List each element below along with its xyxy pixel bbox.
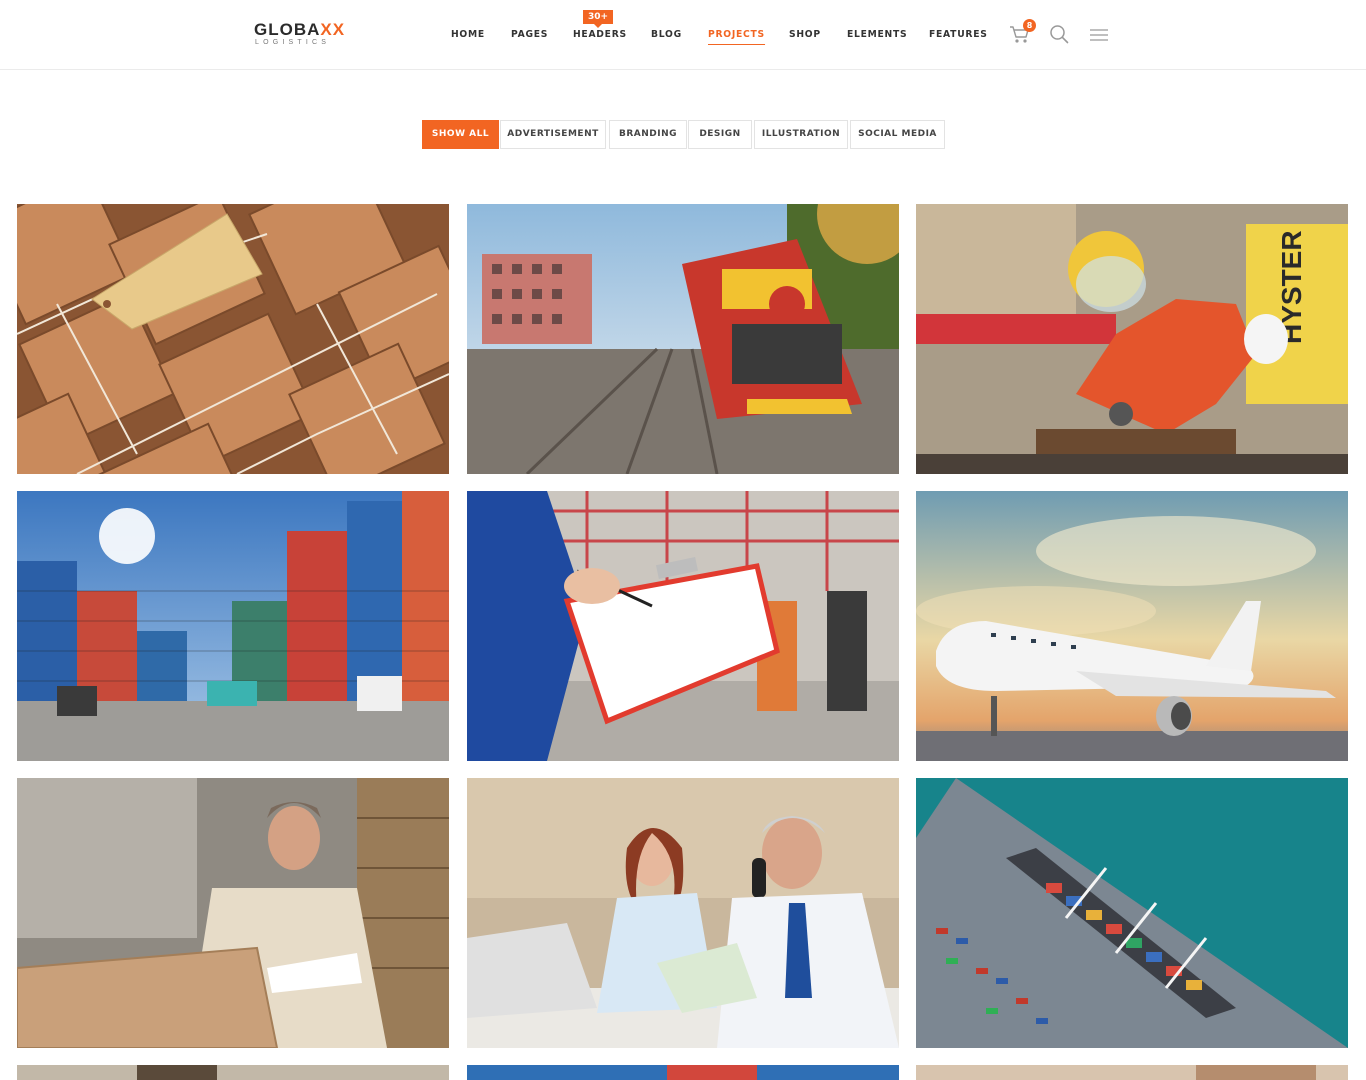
filter-design[interactable]: DESIGN [688,120,752,149]
warehouse-manager-image [17,778,449,1048]
project-tile-warehouse-manager[interactable] [17,778,449,1048]
project-tile-partial-1[interactable] [17,1065,449,1080]
warehouse-clipboard-image [467,491,899,761]
partial-image-2 [467,1065,899,1080]
project-tile-grinder-worker[interactable]: HYSTER [916,204,1348,474]
project-tile-train[interactable] [467,204,899,474]
site-header: GLOBAXX LOGISTICS HOME PAGES 30+ HEADERS… [0,0,1366,70]
headers-count-badge: 30+ [583,10,613,28]
nav-item-projects[interactable]: PROJECTS [708,29,765,45]
project-tile-container-yard[interactable] [17,491,449,761]
partial-image-1 [17,1065,449,1080]
train-image [467,204,899,474]
search-icon[interactable] [1049,24,1069,44]
hamburger-menu-icon[interactable] [1089,28,1109,42]
project-tile-partial-2[interactable] [467,1065,899,1080]
cart-count-badge: 8 [1023,19,1036,32]
container-yard-image [17,491,449,761]
nav-item-features[interactable]: FEATURES [929,29,988,40]
filter-advertisement[interactable]: ADVERTISEMENT [500,120,606,149]
project-tile-warehouse-clipboard[interactable] [467,491,899,761]
nav-item-elements[interactable]: ELEMENTS [847,29,907,40]
filter-show-all[interactable]: SHOW ALL [422,120,499,149]
project-tile-parcels[interactable] [17,204,449,474]
nav-item-home[interactable]: HOME [451,29,485,40]
partial-image-3 [916,1065,1348,1080]
project-tile-office-workers[interactable] [467,778,899,1048]
filter-branding[interactable]: BRANDING [609,120,687,149]
container-ship-image [916,778,1348,1048]
parcels-image [17,204,449,474]
nav-item-headers[interactable]: HEADERS [573,29,627,40]
project-tile-partial-3[interactable] [916,1065,1348,1080]
nav-item-shop[interactable]: SHOP [789,29,821,40]
nav-item-pages[interactable]: PAGES [511,29,548,40]
nav-item-blog[interactable]: BLOG [651,29,682,40]
airplane-image [916,491,1348,761]
project-tile-container-ship[interactable] [916,778,1348,1048]
office-workers-image [467,778,899,1048]
grinder-worker-image: HYSTER [916,204,1348,474]
main-nav: HOME PAGES 30+ HEADERS BLOG PROJECTS SHO… [0,0,1366,69]
filter-illustration[interactable]: ILLUSTRATION [754,120,848,149]
project-tile-airplane[interactable] [916,491,1348,761]
filter-social-media[interactable]: SOCIAL MEDIA [850,120,945,149]
